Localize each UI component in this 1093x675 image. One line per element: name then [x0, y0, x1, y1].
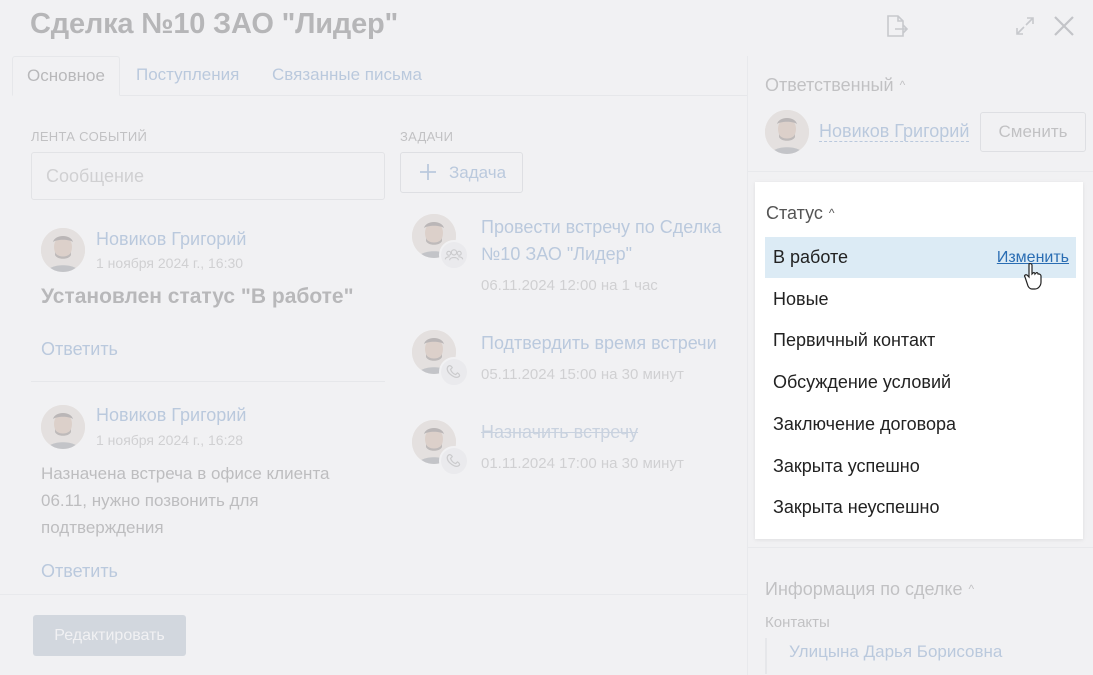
tab-bar: Основное Поступления Связанные письма — [12, 56, 747, 96]
event-author[interactable]: Новиков Григорий — [96, 229, 246, 250]
tab-related-emails[interactable]: Связанные письма — [258, 56, 436, 96]
contact-line — [765, 638, 767, 674]
tab-receipts[interactable]: Поступления — [122, 56, 253, 96]
event-text: Назначена встреча в офисе клиента 06.11,… — [41, 464, 330, 537]
contacts-label: Контакты — [765, 614, 830, 631]
status-popup: Статус ^ В работе Изменить Новые Первичны… — [755, 182, 1083, 539]
export-icon[interactable] — [882, 12, 910, 40]
task-title[interactable]: Подтвердить время встречи — [481, 330, 741, 357]
status-option-label: В работе — [773, 247, 849, 267]
sidebar-divider — [747, 171, 1093, 172]
phone-icon — [439, 446, 469, 476]
status-option[interactable]: Закрыта успешно — [765, 446, 1076, 487]
add-task-label: Задача — [449, 163, 507, 182]
status-header[interactable]: Статус ^ — [766, 203, 835, 224]
add-task-button[interactable]: Задача — [400, 152, 523, 193]
deal-info-label: Информация по сделке — [765, 579, 963, 599]
feed-divider — [31, 381, 385, 382]
chevron-up-icon: ^ — [899, 78, 906, 92]
edit-button[interactable]: Редактировать — [33, 615, 186, 656]
close-icon[interactable] — [1050, 12, 1078, 40]
event-title: Установлен статус "В работе" — [41, 285, 354, 308]
hand-cursor-icon — [1024, 262, 1042, 290]
task-title[interactable]: Назначить встречу — [481, 419, 741, 446]
phone-icon — [439, 357, 469, 387]
change-responsible-button[interactable]: Сменить — [980, 112, 1086, 152]
chevron-up-icon: ^ — [968, 582, 975, 596]
status-option[interactable]: Заключение договора — [765, 404, 1076, 445]
responsible-header[interactable]: Ответственный ^ — [765, 75, 905, 96]
task-meta: 05.11.2024 15:00 на 30 минут — [481, 366, 684, 383]
message-input[interactable]: Сообщение — [31, 152, 385, 200]
task-title[interactable]: Провести встречу по Сделка №10 ЗАО "Лиде… — [481, 214, 741, 268]
people-icon — [439, 240, 469, 270]
status-option[interactable]: Первичный контакт — [765, 320, 1076, 361]
event-author[interactable]: Новиков Григорий — [96, 405, 246, 426]
plus-icon — [420, 164, 436, 180]
status-label: Статус — [766, 203, 823, 223]
avatar — [41, 228, 85, 272]
expand-icon[interactable] — [1012, 13, 1038, 39]
chevron-up-icon: ^ — [828, 206, 835, 220]
contact-name[interactable]: Улицына Дарья Борисовна — [789, 642, 1002, 662]
tasks-label: ЗАДАЧИ — [400, 129, 454, 144]
page-title: Сделка №10 ЗАО "Лидер" — [30, 8, 399, 40]
responsible-name[interactable]: Новиков Григорий — [819, 121, 970, 142]
sidebar-divider — [747, 547, 1093, 548]
tab-main[interactable]: Основное — [12, 56, 120, 96]
reply-link[interactable]: Ответить — [41, 561, 118, 582]
reply-link[interactable]: Ответить — [41, 339, 118, 360]
feed-label: ЛЕНТА СОБЫТИЙ — [31, 129, 148, 144]
avatar — [765, 110, 809, 154]
deal-info-header[interactable]: Информация по сделке ^ — [765, 579, 974, 600]
avatar — [41, 405, 85, 449]
responsible-label: Ответственный — [765, 75, 894, 95]
event-date: 1 ноября 2024 г., 16:30 — [96, 255, 244, 271]
status-option[interactable]: Обсуждение условий — [765, 362, 1076, 403]
task-meta: 01.11.2024 17:00 на 30 минут — [481, 455, 684, 472]
event-date: 1 ноября 2024 г., 16:28 — [96, 432, 244, 448]
status-option[interactable]: Закрыта неуспешно — [765, 487, 1076, 528]
task-meta: 06.11.2024 12:00 на 1 час — [481, 277, 658, 294]
